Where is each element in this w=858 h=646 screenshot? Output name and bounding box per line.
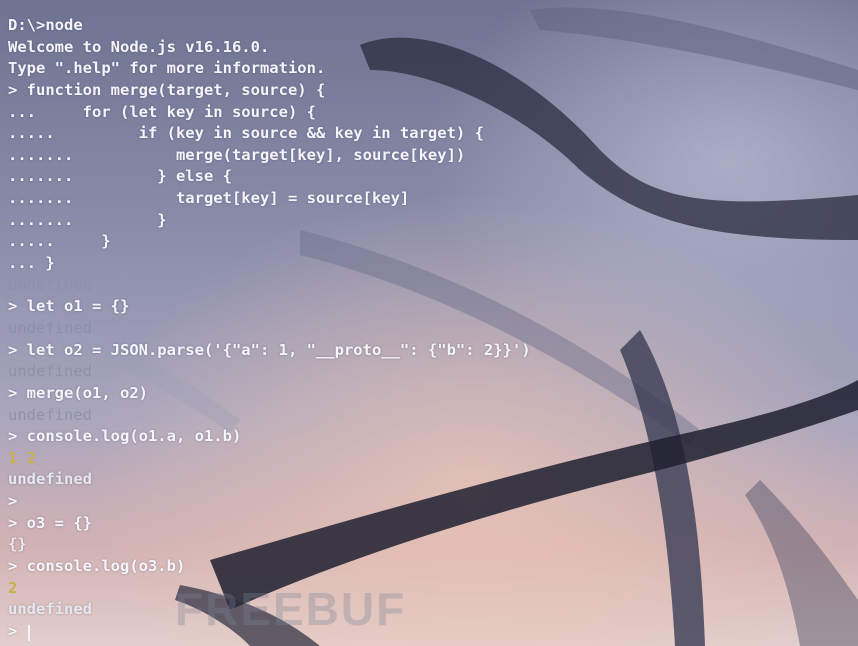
console-line: ..... if (key in source && key in target… bbox=[8, 124, 484, 143]
console-line: D:\>node bbox=[8, 16, 83, 34]
console-line: ... for (let key in source) { bbox=[8, 102, 316, 121]
console-line: undefined bbox=[8, 275, 92, 294]
console-line: > let o2 = JSON.parse('{"a": 1, "__proto… bbox=[8, 340, 531, 359]
console-output[interactable]: D:\>node Welcome to Node.js v16.16.0. Type… bbox=[8, 15, 850, 643]
console-line: undefined bbox=[8, 600, 92, 619]
console-line: > let o1 = {} bbox=[8, 297, 130, 316]
console-line: ....... } else { bbox=[8, 167, 232, 186]
console-line: ....... merge(target[key], source[key]) bbox=[8, 145, 466, 164]
console-line: ... } bbox=[8, 254, 55, 273]
console-line: undefined bbox=[8, 362, 92, 381]
console-line: undefined bbox=[8, 405, 92, 424]
console-line: {} bbox=[8, 535, 27, 554]
console-line: > bbox=[8, 621, 18, 640]
console-line: > console.log(o1.a, o1.b) bbox=[8, 427, 242, 446]
console-line: > function merge(target, source) { bbox=[8, 80, 326, 99]
console-line: > console.log(o3.b) bbox=[8, 557, 186, 576]
console-line: > o3 = {} bbox=[8, 513, 92, 532]
console-line: 1 2 bbox=[8, 448, 36, 467]
console-line: ..... } bbox=[8, 232, 111, 251]
console-line: ....... target[key] = source[key] bbox=[8, 189, 410, 208]
console-line: undefined bbox=[8, 318, 92, 337]
watermark-logo: FREEBUF bbox=[175, 583, 407, 635]
console-line: > bbox=[8, 492, 18, 511]
terminal-window[interactable]: D:\>node Welcome to Node.js v16.16.0. Type… bbox=[0, 0, 858, 646]
console-line: 2 bbox=[8, 578, 18, 597]
console-line: Type ".help" for more information. bbox=[8, 59, 326, 78]
console-line: ....... } bbox=[8, 210, 167, 229]
text-cursor bbox=[28, 625, 30, 641]
console-line: > merge(o1, o2) bbox=[8, 383, 148, 402]
console-line: undefined bbox=[8, 470, 92, 489]
console-line: Welcome to Node.js v16.16.0. bbox=[8, 37, 270, 56]
